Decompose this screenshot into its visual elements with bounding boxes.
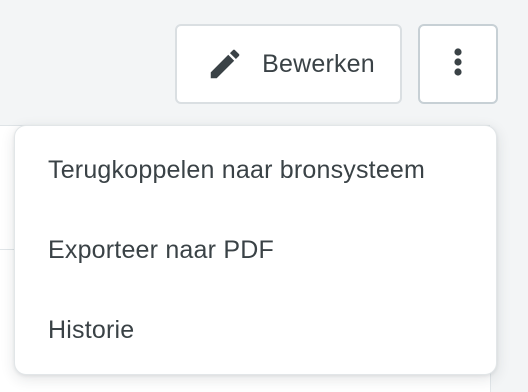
edit-button[interactable]: Bewerken [175, 24, 402, 104]
pencil-icon [206, 45, 244, 83]
edit-button-label: Bewerken [262, 49, 375, 78]
more-options-button[interactable] [418, 24, 498, 104]
menu-item-export-pdf[interactable]: Exporteer naar PDF [15, 210, 496, 290]
menu-item-historie[interactable]: Historie [15, 290, 496, 370]
more-vertical-icon [453, 47, 463, 82]
options-dropdown-menu: Terugkoppelen naar bronsysteem Exporteer… [14, 125, 497, 375]
menu-item-terugkoppelen[interactable]: Terugkoppelen naar bronsysteem [15, 130, 496, 210]
